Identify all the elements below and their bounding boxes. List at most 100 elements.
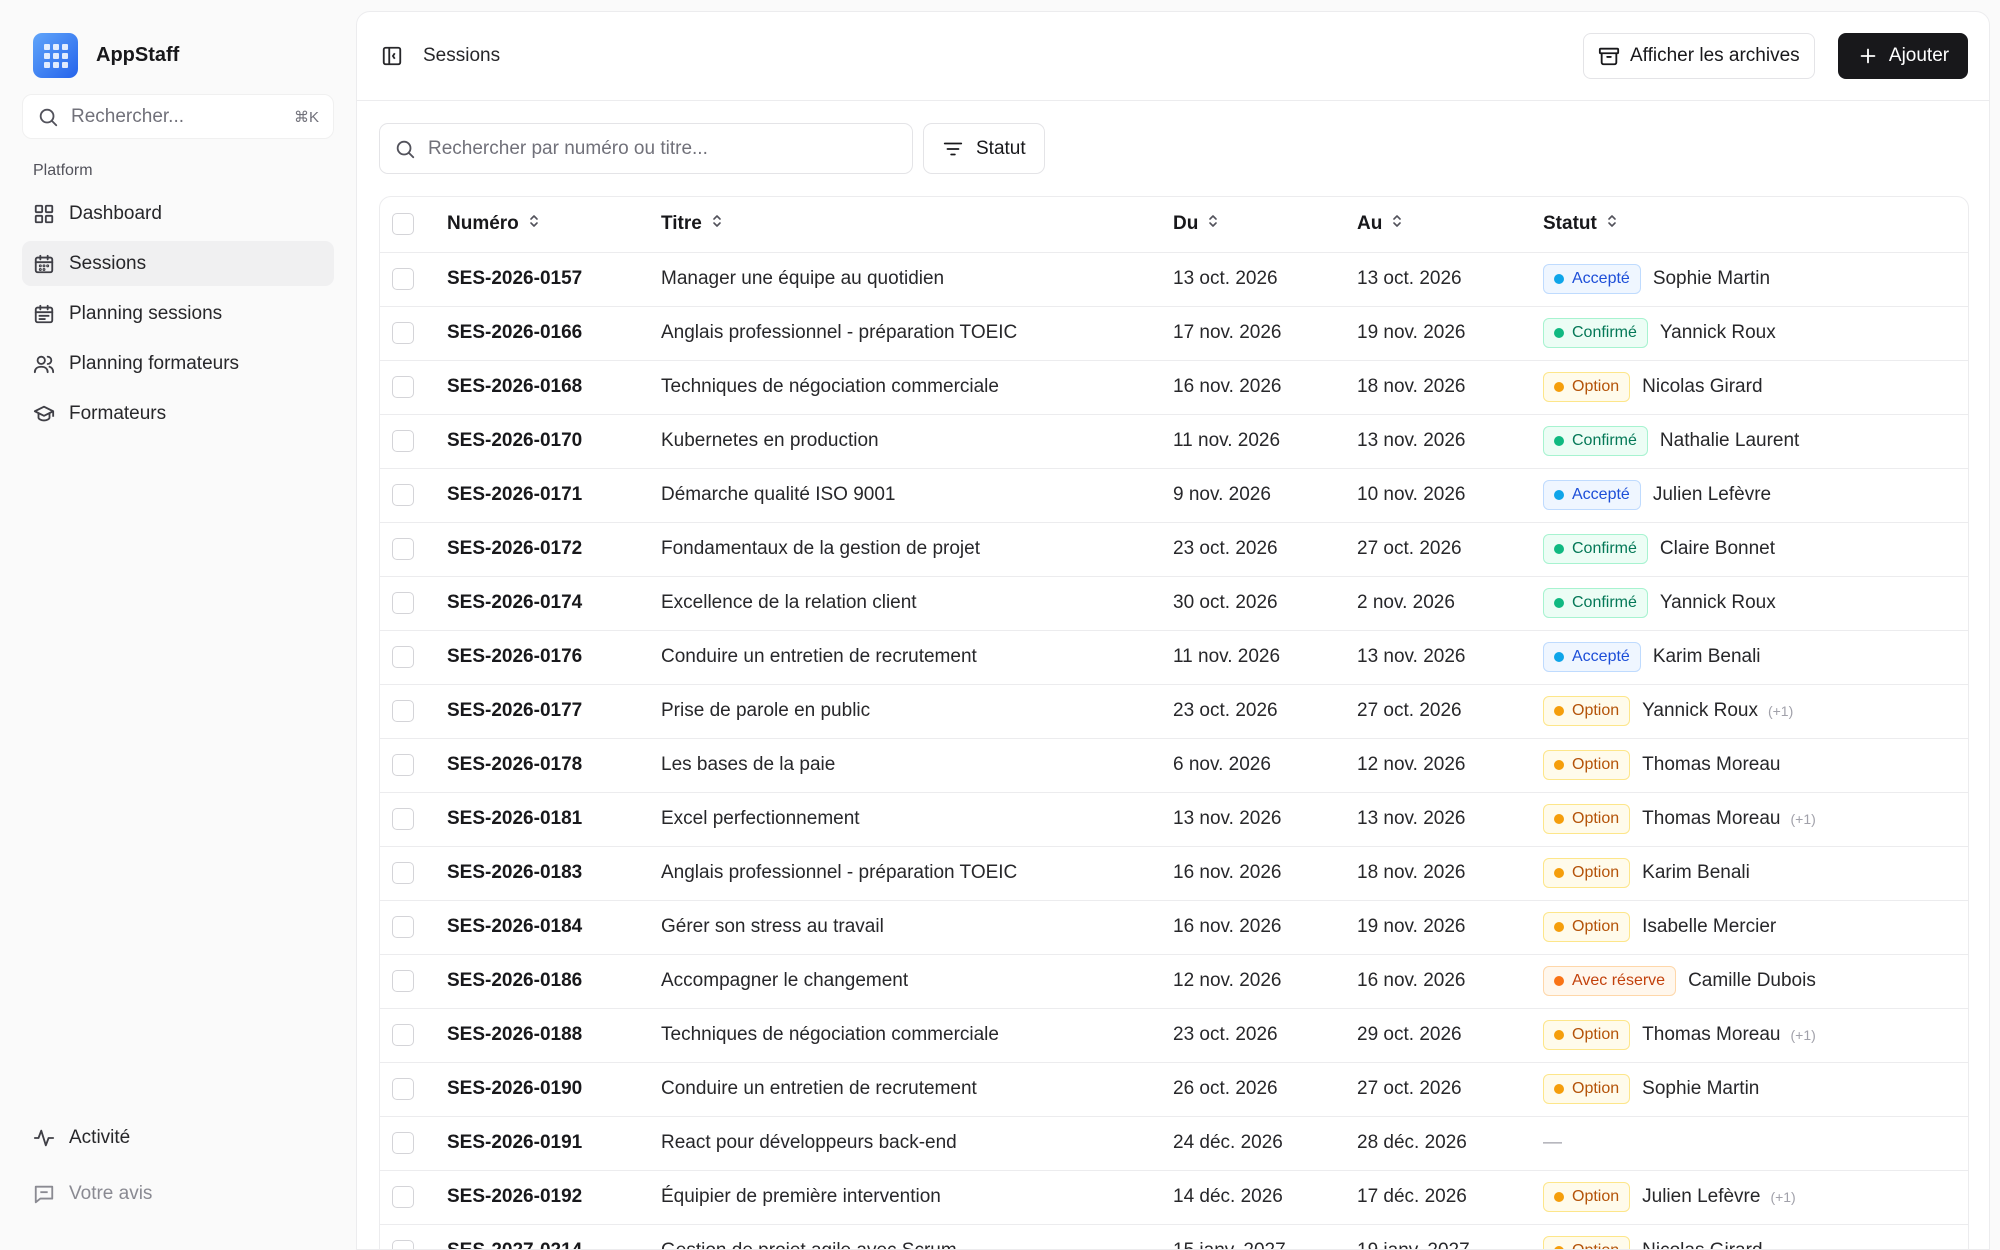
session-end-date: 19 nov. 2026 xyxy=(1357,900,1543,955)
session-start-date: 13 nov. 2026 xyxy=(1173,792,1357,847)
status-badge: Confirmé xyxy=(1543,534,1648,564)
table-row[interactable]: SES-2026-0188 Techniques de négociation c… xyxy=(380,1008,1968,1063)
session-title: Fondamentaux de la gestion de projet xyxy=(661,522,1173,577)
sidebar-search-placeholder: Rechercher... xyxy=(71,105,184,127)
select-cell xyxy=(380,360,447,415)
session-end-date: 13 nov. 2026 xyxy=(1357,414,1543,469)
row-checkbox[interactable] xyxy=(392,322,414,344)
row-checkbox[interactable] xyxy=(392,592,414,614)
session-number: SES-2026-0157 xyxy=(447,252,661,307)
table-row[interactable]: SES-2026-0171 Démarche qualité ISO 9001 9 … xyxy=(380,468,1968,523)
add-button[interactable]: Ajouter xyxy=(1838,33,1968,79)
status-badge-label: Accepté xyxy=(1572,270,1630,287)
status-badge-label: Option xyxy=(1572,864,1620,881)
table-row[interactable]: SES-2026-0178 Les bases de la paie 6 nov. … xyxy=(380,738,1968,793)
row-checkbox[interactable] xyxy=(392,1240,414,1249)
row-checkbox[interactable] xyxy=(392,268,414,290)
row-checkbox[interactable] xyxy=(392,916,414,938)
sidebar-item-dashboard[interactable]: Dashboard xyxy=(22,191,334,236)
sidebar-item-activite[interactable]: Activité xyxy=(22,1115,334,1160)
column-header-au[interactable]: Au xyxy=(1357,197,1543,253)
trainer-name: Karim Benali xyxy=(1642,862,1750,883)
row-checkbox[interactable] xyxy=(392,700,414,722)
table-row[interactable]: SES-2026-0157 Manager une équipe au quoti… xyxy=(380,252,1968,307)
sidebar-item-votre-avis[interactable]: Votre avis xyxy=(22,1171,334,1216)
select-cell xyxy=(380,576,447,631)
column-header-statut[interactable]: Statut xyxy=(1543,197,1968,253)
status-dot xyxy=(1554,814,1564,824)
table-row[interactable]: SES-2026-0181 Excel perfectionnement 13 no… xyxy=(380,792,1968,847)
session-start-date: 17 nov. 2026 xyxy=(1173,306,1357,361)
select-all-checkbox[interactable] xyxy=(392,213,414,236)
sidebar-item-label: Activité xyxy=(69,1126,131,1148)
row-checkbox[interactable] xyxy=(392,1132,414,1154)
row-checkbox[interactable] xyxy=(392,430,414,452)
column-header-numero[interactable]: Numéro xyxy=(447,197,661,253)
table-row[interactable]: SES-2026-0186 Accompagner le changement 12… xyxy=(380,954,1968,1009)
table-row[interactable]: SES-2026-0190 Conduire un entretien de re… xyxy=(380,1062,1968,1117)
table-row[interactable]: SES-2026-0177 Prise de parole en public 23… xyxy=(380,684,1968,739)
sidebar-search[interactable]: Rechercher... ⌘K xyxy=(22,94,334,139)
session-title: Prise de parole en public xyxy=(661,684,1173,739)
table-row[interactable]: SES-2026-0170 Kubernetes en production 11 … xyxy=(380,414,1968,469)
session-title: Conduire un entretien de recrutement xyxy=(661,630,1173,685)
row-checkbox[interactable] xyxy=(392,484,414,506)
row-checkbox[interactable] xyxy=(392,970,414,992)
session-number: SES-2026-0177 xyxy=(447,684,661,739)
sidebar-item-formateurs[interactable]: Formateurs xyxy=(22,391,334,436)
row-checkbox[interactable] xyxy=(392,862,414,884)
status-filter-button[interactable]: Statut xyxy=(923,123,1045,174)
table-row[interactable]: SES-2026-0166 Anglais professionnel - pré… xyxy=(380,306,1968,361)
show-archives-button[interactable]: Afficher les archives xyxy=(1583,33,1815,79)
select-cell xyxy=(380,792,447,847)
status-badge-label: Avec réserve xyxy=(1572,972,1666,989)
row-checkbox[interactable] xyxy=(392,646,414,668)
sidebar-item-sessions[interactable]: Sessions xyxy=(22,241,334,286)
select-cell xyxy=(380,468,447,523)
session-end-date: 12 nov. 2026 xyxy=(1357,738,1543,793)
empty-status: — xyxy=(1543,1132,1562,1153)
select-cell xyxy=(380,306,447,361)
session-start-date: 23 oct. 2026 xyxy=(1173,522,1357,577)
session-status: Avec réserve Camille Dubois xyxy=(1543,954,1968,1009)
topbar: Sessions Afficher les archives Ajouter xyxy=(357,12,1989,101)
brand[interactable]: AppStaff xyxy=(33,33,179,78)
table-row[interactable]: SES-2026-0172 Fondamentaux de la gestion … xyxy=(380,522,1968,577)
sidebar-item-label: Votre avis xyxy=(69,1182,153,1204)
table-row[interactable]: SES-2026-0183 Anglais professionnel - pré… xyxy=(380,846,1968,901)
session-end-date: 27 oct. 2026 xyxy=(1357,1062,1543,1117)
session-status: Option Sophie Martin xyxy=(1543,1062,1968,1117)
add-label: Ajouter xyxy=(1888,45,1950,66)
sessions-search-input[interactable]: Rechercher par numéro ou titre... xyxy=(379,123,913,174)
status-badge-label: Confirmé xyxy=(1572,432,1637,449)
table-row[interactable]: SES-2026-0168 Techniques de négociation c… xyxy=(380,360,1968,415)
row-checkbox[interactable] xyxy=(392,376,414,398)
sidebar-item-planning-formateurs[interactable]: Planning formateurs xyxy=(22,341,334,386)
session-number: SES-2026-0176 xyxy=(447,630,661,685)
row-checkbox[interactable] xyxy=(392,754,414,776)
session-start-date: 30 oct. 2026 xyxy=(1173,576,1357,631)
sidebar-toggle-icon[interactable] xyxy=(381,45,403,67)
table-row[interactable]: SES-2026-0191 React pour développeurs bac… xyxy=(380,1116,1968,1171)
row-checkbox[interactable] xyxy=(392,1078,414,1100)
column-header-du[interactable]: Du xyxy=(1173,197,1357,253)
table-body: SES-2026-0157 Manager une équipe au quoti… xyxy=(380,252,1968,1249)
row-checkbox[interactable] xyxy=(392,808,414,830)
status-badge: Accepté xyxy=(1543,642,1641,672)
column-header-titre[interactable]: Titre xyxy=(661,197,1173,253)
table-row[interactable]: SES-2026-0192 Équipier de première interv… xyxy=(380,1170,1968,1225)
session-end-date: 13 nov. 2026 xyxy=(1357,792,1543,847)
table-row[interactable]: SES-2026-0174 Excellence de la relation c… xyxy=(380,576,1968,631)
status-dot xyxy=(1554,544,1564,554)
row-checkbox[interactable] xyxy=(392,1186,414,1208)
table-row[interactable]: SES-2027-0214Gestion de projet agile ave… xyxy=(380,1224,1968,1249)
row-checkbox[interactable] xyxy=(392,538,414,560)
select-cell xyxy=(380,522,447,577)
status-dot xyxy=(1554,1192,1564,1202)
filter-icon xyxy=(942,138,964,160)
status-badge: Option xyxy=(1543,858,1631,888)
table-row[interactable]: SES-2026-0184 Gérer son stress au travail… xyxy=(380,900,1968,955)
sidebar-item-planning-sessions[interactable]: Planning sessions xyxy=(22,291,334,336)
table-row[interactable]: SES-2026-0176 Conduire un entretien de re… xyxy=(380,630,1968,685)
row-checkbox[interactable] xyxy=(392,1024,414,1046)
